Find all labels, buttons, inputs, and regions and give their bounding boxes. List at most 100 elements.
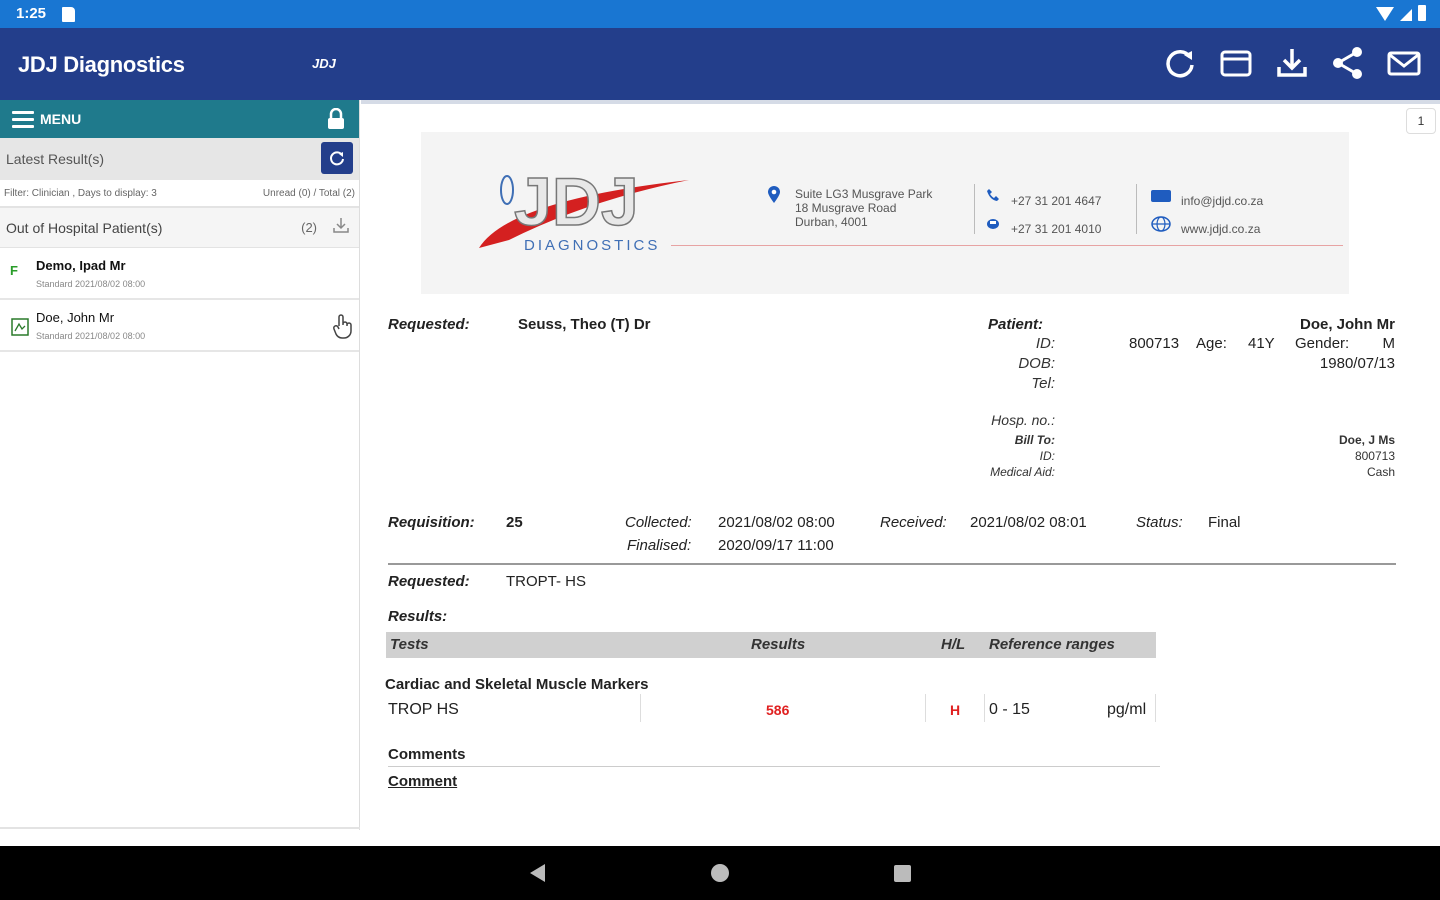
col-results: Results <box>751 636 806 653</box>
bill-to-value: Doe, J Ms <box>1338 433 1395 447</box>
cell-divider <box>1155 694 1156 722</box>
report-viewer[interactable]: 1 JDJ DIAGNOSTICS Suite LG3 Musgrave Par… <box>361 100 1440 846</box>
sidebar: MENU Latest Result(s) Filter: Clinician … <box>0 100 360 830</box>
patient-list-item[interactable]: F Demo, Ipad Mr Standard 2021/08/02 08:0… <box>0 248 359 300</box>
patient-name: Demo, Ipad Mr <box>36 258 126 273</box>
letterhead-address: Suite LG3 Musgrave Park 18 Musgrave Road… <box>795 187 932 229</box>
col-hl: H/L <box>941 636 966 653</box>
patient-label: Patient: <box>988 316 1044 333</box>
share-button[interactable] <box>1330 44 1366 82</box>
requisition-label: Requisition: <box>388 514 475 531</box>
folder-button[interactable] <box>1218 44 1254 82</box>
website: www.jdjd.co.za <box>1181 222 1261 236</box>
age-label: Age: <box>1196 335 1227 352</box>
final-flag-icon: F <box>10 263 18 278</box>
letterhead: JDJ DIAGNOSTICS Suite LG3 Musgrave Park … <box>421 132 1349 294</box>
refresh-icon <box>330 151 344 166</box>
filter-text: Filter: Clinician , Days to display: 3 <box>4 187 157 199</box>
recents-icon[interactable] <box>894 865 911 882</box>
bill-to-label: Bill To: <box>1014 433 1055 447</box>
refresh-results-button[interactable] <box>321 142 353 174</box>
comment-label: Comment <box>388 773 458 790</box>
address-line: Suite LG3 Musgrave Park <box>795 187 933 201</box>
filter-row: Filter: Clinician , Days to display: 3 U… <box>0 180 359 208</box>
requested-tests-label: Requested: <box>388 573 470 590</box>
logo-subtext: DIAGNOSTICS <box>524 237 660 254</box>
back-icon[interactable] <box>530 864 545 882</box>
requested-tests-value: TROPT- HS <box>506 573 587 590</box>
refresh-button[interactable] <box>1162 44 1198 82</box>
test-name: TROP HS <box>388 701 459 718</box>
folder-icon <box>1220 50 1252 77</box>
letterhead-divider <box>974 184 975 234</box>
tel-label: Tel: <box>1031 375 1055 392</box>
menu-bar[interactable]: MENU <box>0 100 359 138</box>
unread-count: Unread (0) / Total (2) <box>262 187 355 199</box>
letterhead-divider <box>1136 184 1137 234</box>
email-button[interactable] <box>1386 44 1422 82</box>
col-reference: Reference ranges <box>989 636 1115 653</box>
result-value: 586 <box>766 702 790 718</box>
location-pin-icon <box>768 186 780 203</box>
menu-label: MENU <box>40 111 82 127</box>
received-label: Received: <box>880 514 947 531</box>
age-value: 41Y <box>1248 335 1275 352</box>
bill-id-label: ID: <box>1039 449 1055 463</box>
fax-icon <box>987 219 999 229</box>
comments-label: Comments <box>388 746 466 763</box>
requested-doctor: Seuss, Theo (T) Dr <box>518 316 651 333</box>
sidebar-divider <box>0 827 360 829</box>
patient-list-item[interactable]: Doe, John Mr Standard 2021/08/02 08:00 <box>0 300 359 352</box>
id-value: 800713 <box>1129 335 1180 352</box>
section-divider <box>388 563 1396 565</box>
out-of-hospital-label: Out of Hospital Patient(s) <box>6 219 163 236</box>
status-time: 1:25 <box>16 5 47 22</box>
cell-divider <box>984 694 985 722</box>
cell-divider <box>640 694 641 722</box>
battery-icon <box>1418 5 1426 21</box>
hand-pointer-icon <box>333 314 352 339</box>
lock-icon[interactable] <box>327 108 345 130</box>
received-value: 2021/08/02 08:01 <box>970 514 1087 531</box>
gender-label: Gender: <box>1295 335 1350 352</box>
medical-aid-value: Cash <box>1366 465 1395 479</box>
section-title: Cardiac and Skeletal Muscle Markers <box>385 676 649 693</box>
phone-number: +27 31 201 4647 <box>1011 194 1102 208</box>
patient-name: Doe, John Mr <box>36 310 115 325</box>
latest-results-header: Latest Result(s) <box>0 138 359 180</box>
id-label: ID: <box>1035 335 1055 352</box>
app-bar: JDJ Diagnostics JDJ <box>0 28 1440 100</box>
patient-subtitle: Standard 2021/08/02 08:00 <box>36 331 146 341</box>
status-value: Final <box>1208 514 1241 531</box>
hosp-no-label: Hosp. no.: <box>991 412 1055 428</box>
refresh-icon <box>1166 49 1194 78</box>
signal-icon <box>1400 9 1412 21</box>
finalised-value: 2020/09/17 11:00 <box>718 537 834 554</box>
share-icon <box>1333 47 1362 79</box>
letterhead-rule <box>671 245 1343 246</box>
system-nav-bar <box>0 846 1440 900</box>
home-icon[interactable] <box>711 864 729 882</box>
collected-label: Collected: <box>625 514 692 531</box>
bill-id-value: 800713 <box>1354 449 1395 463</box>
collected-value: 2021/08/02 08:00 <box>718 514 835 531</box>
dob-value: 1980/07/13 <box>1319 355 1395 372</box>
latest-results-label: Latest Result(s) <box>6 151 105 167</box>
status-bar: 1:25 <box>0 0 1440 28</box>
patient-subtitle: Standard 2021/08/02 08:00 <box>36 279 146 289</box>
dob-label: DOB: <box>1018 355 1055 372</box>
status-icons <box>1376 5 1426 21</box>
finalised-label: Finalised: <box>627 537 692 554</box>
high-low-flag: H <box>950 702 961 718</box>
unit: pg/ml <box>1107 701 1147 718</box>
fax-number: +27 31 201 4010 <box>1011 222 1102 236</box>
col-tests: Tests <box>390 636 429 653</box>
hamburger-icon[interactable] <box>12 110 34 128</box>
out-of-hospital-header[interactable]: Out of Hospital Patient(s) (2) <box>0 208 359 248</box>
requested-label: Requested: <box>388 316 470 333</box>
status-label: Status: <box>1136 514 1183 531</box>
download-button[interactable] <box>1274 44 1310 82</box>
letterhead-phones: +27 31 201 4647 +27 31 201 4010 <box>1011 187 1101 243</box>
download-icon[interactable] <box>331 216 351 236</box>
results-label: Results: <box>388 608 448 625</box>
